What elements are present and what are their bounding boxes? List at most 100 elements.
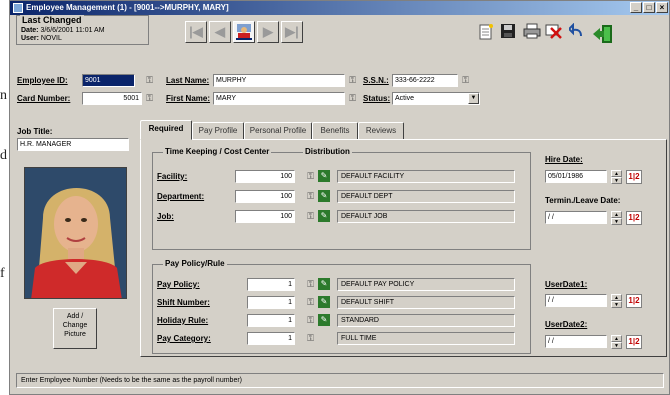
- department-input[interactable]: 100: [235, 190, 295, 203]
- window-title: Employee Management (1) - [9001-->MURPHY…: [26, 3, 229, 12]
- shift-number-lookup-icon[interactable]: ⚿: [305, 297, 316, 308]
- ssn-label: S.S.N.:: [363, 76, 389, 85]
- maximize-button[interactable]: □: [643, 2, 655, 13]
- status-label: Status:: [363, 94, 391, 103]
- timekeeping-header: Time Keeping / Cost Center: [163, 147, 272, 156]
- first-name-label: First Name:: [166, 94, 211, 103]
- hire-date-calendar-icon[interactable]: 1|2: [626, 170, 642, 184]
- print-icon[interactable]: [522, 23, 542, 43]
- card-number-lookup-icon[interactable]: ⚿: [144, 93, 155, 104]
- pay-category-lookup-icon[interactable]: ⚿: [305, 333, 316, 344]
- save-icon[interactable]: [498, 23, 518, 43]
- tab-personal-profile[interactable]: Personal Profile: [244, 122, 312, 140]
- termin-date-calendar-icon[interactable]: 1|2: [626, 211, 642, 225]
- facility-description: DEFAULT FACILITY: [337, 170, 515, 183]
- close-button[interactable]: ×: [656, 2, 668, 13]
- holiday-rule-description: STANDARD: [337, 314, 515, 327]
- last-name-input[interactable]: MURPHY: [213, 74, 345, 87]
- ssn-input[interactable]: 333-66-2222: [392, 74, 458, 87]
- pay-policy-group: Pay Policy/Rule Pay Policy: 1 ⚿ ✎ DEFAUL…: [152, 259, 531, 354]
- user-date2-spinner[interactable]: ▲ ▼: [611, 335, 622, 349]
- last-record-button[interactable]: ▶|: [281, 21, 303, 43]
- card-number-input[interactable]: 5001: [82, 92, 142, 105]
- job-title-label: Job Title:: [17, 127, 53, 136]
- user-date2-input[interactable]: / /: [545, 335, 607, 348]
- first-name-lookup-icon[interactable]: ⚿: [347, 93, 358, 104]
- user-date2-label: UserDate2:: [545, 320, 588, 329]
- last-changed-user: User: NOVIL: [21, 35, 62, 42]
- department-edit-icon[interactable]: ✎: [318, 190, 330, 202]
- tab-pay-profile[interactable]: Pay Profile: [192, 122, 244, 140]
- facility-label: Facility:: [157, 172, 188, 181]
- holiday-rule-label: Holiday Rule:: [157, 316, 209, 325]
- holiday-rule-input[interactable]: 1: [247, 314, 295, 327]
- facility-edit-icon[interactable]: ✎: [318, 170, 330, 182]
- pay-policy-edit-icon[interactable]: ✎: [318, 278, 330, 290]
- termin-date-spinner[interactable]: ▲ ▼: [611, 211, 622, 225]
- left-text-fragment: f: [0, 266, 5, 281]
- last-name-lookup-icon[interactable]: ⚿: [347, 75, 358, 86]
- ssn-lookup-icon[interactable]: ⚿: [460, 75, 471, 86]
- tab-required[interactable]: Required: [140, 120, 192, 140]
- user-date1-input[interactable]: / /: [545, 294, 607, 307]
- hire-date-label: Hire Date:: [545, 155, 583, 164]
- termin-date-label: Termin./Leave Date:: [545, 196, 621, 205]
- department-lookup-icon[interactable]: ⚿: [305, 191, 316, 202]
- app-icon: [13, 3, 23, 13]
- timekeeping-group: Time Keeping / Cost Center Distribution …: [152, 147, 531, 250]
- shift-number-label: Shift Number:: [157, 298, 210, 307]
- pay-policy-description: DEFAULT PAY POLICY: [337, 278, 515, 291]
- required-tab-panel: Time Keeping / Cost Center Distribution …: [140, 139, 667, 357]
- delete-icon[interactable]: [544, 23, 564, 43]
- job-title-input[interactable]: H.R. MANAGER: [17, 138, 129, 151]
- status-dropdown-arrow[interactable]: ▼: [468, 93, 479, 104]
- pay-policy-lookup-icon[interactable]: ⚿: [305, 279, 316, 290]
- employee-directory-button[interactable]: [233, 21, 255, 43]
- user-date1-calendar-icon[interactable]: 1|2: [626, 294, 642, 308]
- department-description: DEFAULT DEPT: [337, 190, 515, 203]
- pay-category-label: Pay Category:: [157, 334, 211, 343]
- holiday-rule-lookup-icon[interactable]: ⚿: [305, 315, 316, 326]
- next-record-button[interactable]: ▶: [257, 21, 279, 43]
- pay-category-description: FULL TIME: [337, 332, 515, 345]
- hire-date-input[interactable]: 05/01/1986: [545, 170, 607, 183]
- user-date2-calendar-icon[interactable]: 1|2: [626, 335, 642, 349]
- pay-policy-header: Pay Policy/Rule: [163, 259, 227, 268]
- status-bar: Enter Employee Number (Needs to be the s…: [16, 373, 664, 388]
- last-name-label: Last Name:: [166, 76, 210, 85]
- employee-directory-icon: [236, 24, 252, 40]
- pay-policy-label: Pay Policy:: [157, 280, 200, 289]
- job-edit-icon[interactable]: ✎: [318, 210, 330, 222]
- hire-date-spinner[interactable]: ▲ ▼: [611, 170, 622, 184]
- card-number-label: Card Number:: [17, 94, 71, 103]
- title-bar: Employee Management (1) - [9001-->MURPHY…: [10, 1, 669, 15]
- shift-number-input[interactable]: 1: [247, 296, 295, 309]
- new-doc-icon[interactable]: [476, 23, 496, 43]
- shift-number-edit-icon[interactable]: ✎: [318, 296, 330, 308]
- facility-input[interactable]: 100: [235, 170, 295, 183]
- facility-lookup-icon[interactable]: ⚿: [305, 171, 316, 182]
- job-lookup-icon[interactable]: ⚿: [305, 211, 316, 222]
- tab-reviews[interactable]: Reviews: [358, 122, 404, 140]
- first-name-input[interactable]: MARY: [213, 92, 345, 105]
- exit-icon[interactable]: [590, 23, 616, 43]
- undo-icon[interactable]: [567, 22, 587, 43]
- employee-management-window: Employee Management (1) - [9001-->MURPHY…: [9, 0, 670, 395]
- previous-record-button[interactable]: ◀: [209, 21, 231, 43]
- last-changed-group: Last Changed Date: 3/6/6/2001 11:01 AM U…: [16, 15, 149, 45]
- change-picture-button[interactable]: Add / Change Picture: [53, 308, 97, 349]
- pay-category-input[interactable]: 1: [247, 332, 295, 345]
- minimize-button[interactable]: _: [630, 2, 642, 13]
- status-select[interactable]: Active: [392, 92, 480, 105]
- pay-policy-input[interactable]: 1: [247, 278, 295, 291]
- job-input[interactable]: 100: [235, 210, 295, 223]
- distribution-header: Distribution: [303, 147, 352, 156]
- tab-benefits[interactable]: Benefits: [312, 122, 358, 140]
- holiday-rule-edit-icon[interactable]: ✎: [318, 314, 330, 326]
- employee-id-input[interactable]: 9001: [82, 74, 135, 87]
- termin-date-input[interactable]: / /: [545, 211, 607, 224]
- employee-id-lookup-icon[interactable]: ⚿: [144, 75, 155, 86]
- first-record-button[interactable]: |◀: [185, 21, 207, 43]
- employee-photo: [24, 167, 127, 299]
- user-date1-spinner[interactable]: ▲ ▼: [611, 294, 622, 308]
